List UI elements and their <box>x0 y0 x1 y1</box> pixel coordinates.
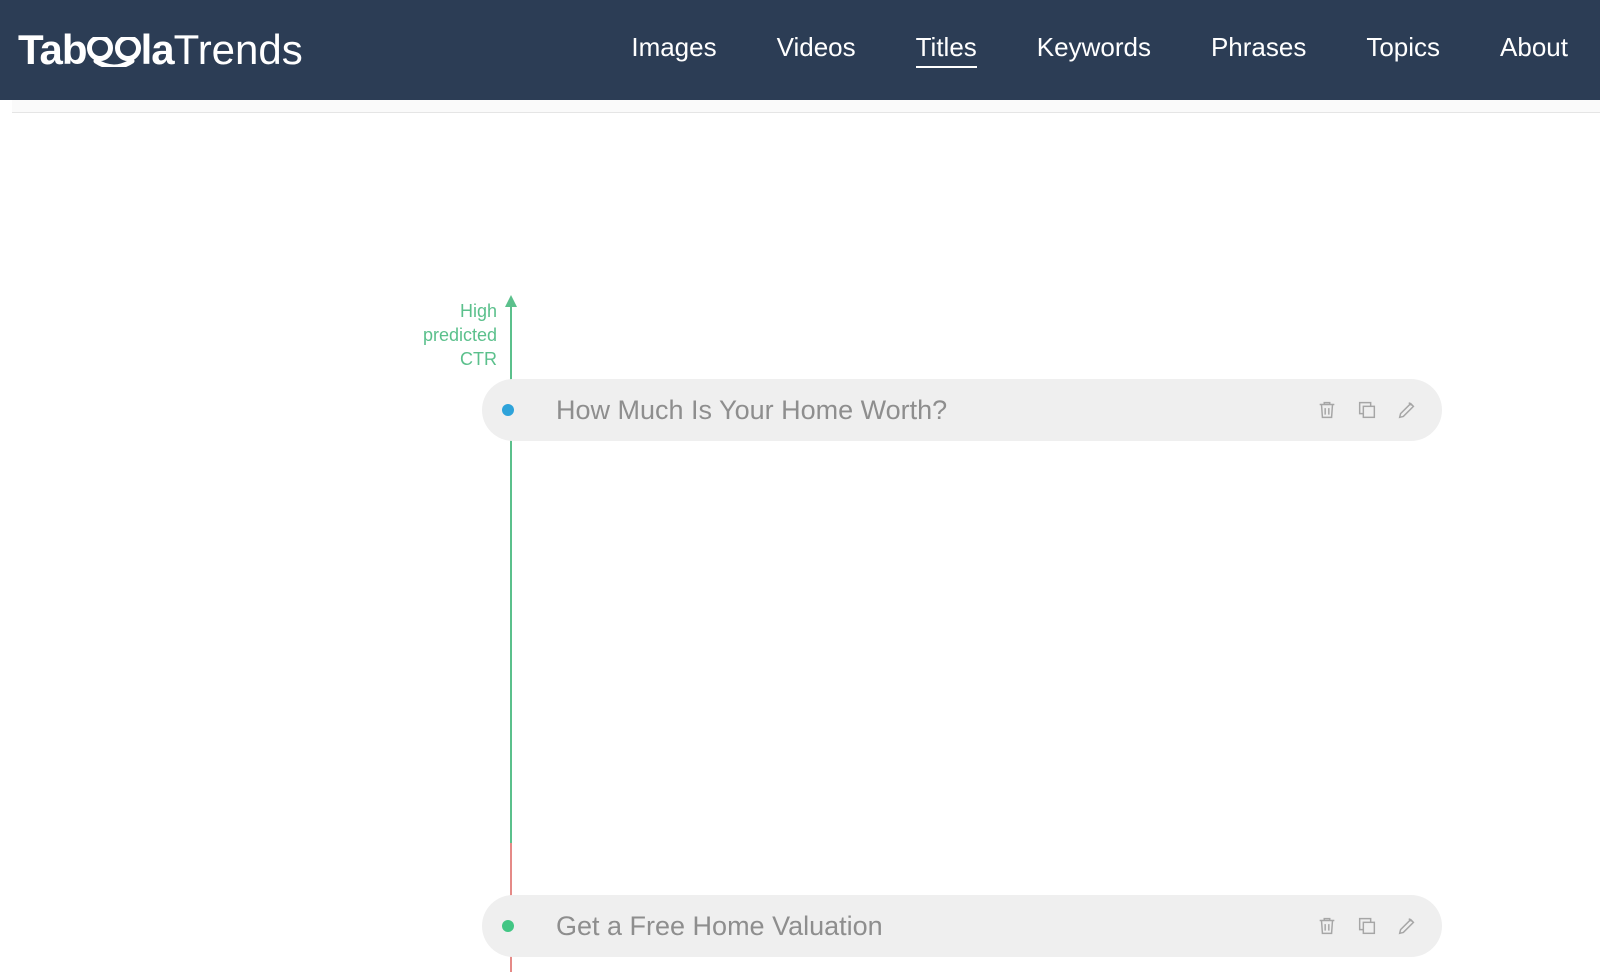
duplicate-icon[interactable] <box>1356 915 1378 937</box>
nav-videos[interactable]: Videos <box>777 32 856 68</box>
ctr-dot-icon <box>502 920 514 932</box>
title-actions <box>1316 915 1418 937</box>
title-card[interactable]: How Much Is Your Home Worth? <box>482 379 1442 441</box>
brand-subtitle: Trends <box>174 26 303 73</box>
ctr-dot-icon <box>502 404 514 416</box>
axis-label-high: High predicted CTR <box>357 299 497 371</box>
brand-logo: TablaTrends <box>18 26 303 74</box>
duplicate-icon[interactable] <box>1356 399 1378 421</box>
nav-titles[interactable]: Titles <box>916 32 977 68</box>
nav-keywords[interactable]: Keywords <box>1037 32 1151 68</box>
edit-icon[interactable] <box>1396 399 1418 421</box>
app-header: TablaTrends Images Videos Titles Keyword… <box>0 0 1600 100</box>
sub-header-bar <box>12 100 1600 113</box>
title-text[interactable]: How Much Is Your Home Worth? <box>556 395 1316 426</box>
edit-icon[interactable] <box>1396 915 1418 937</box>
trash-icon[interactable] <box>1316 915 1338 937</box>
title-card[interactable]: Get a Free Home Valuation <box>482 895 1442 957</box>
trash-icon[interactable] <box>1316 399 1338 421</box>
nav-images[interactable]: Images <box>631 32 716 68</box>
nav-topics[interactable]: Topics <box>1366 32 1440 68</box>
title-actions <box>1316 399 1418 421</box>
nav-phrases[interactable]: Phrases <box>1211 32 1306 68</box>
nav-about[interactable]: About <box>1500 32 1568 68</box>
main-nav: Images Videos Titles Keywords Phrases To… <box>631 32 1568 68</box>
title-text[interactable]: Get a Free Home Valuation <box>556 911 1316 942</box>
title-analyzer-stage: High predicted CTR Low predicted CTR How… <box>12 113 1600 972</box>
